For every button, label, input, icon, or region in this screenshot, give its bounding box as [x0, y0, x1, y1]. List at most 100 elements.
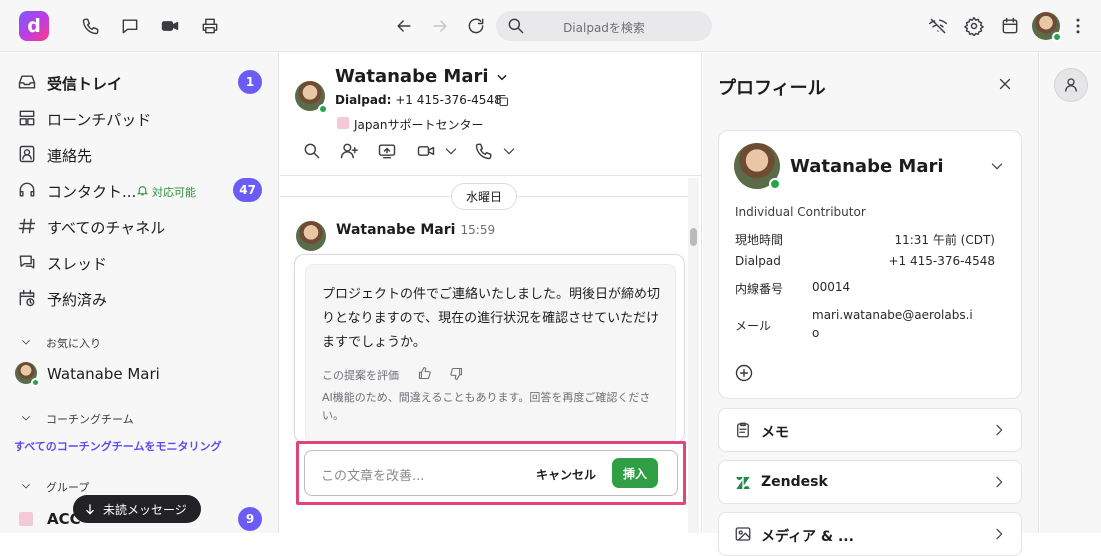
sidebar-item-label: ローンチパッド	[47, 111, 152, 129]
zendesk-section[interactable]: Zendesk	[718, 460, 1022, 504]
media-section[interactable]: メディア & ...	[718, 512, 1022, 556]
dialpad-number[interactable]: +1 415-376-4548	[888, 254, 995, 268]
sidebar-item-contact-center[interactable]: コンタクト... 対応可能 47	[0, 172, 279, 208]
inbox-badge: 1	[238, 70, 262, 94]
email-value-line2[interactable]: o	[812, 326, 819, 340]
sidebar-item-contacts[interactable]: 連絡先	[0, 136, 279, 172]
thumbs-up-icon[interactable]	[417, 366, 432, 381]
phone-call-icon[interactable]	[474, 141, 494, 161]
group-color-swatch	[19, 512, 33, 526]
chevron-down-icon[interactable]	[443, 143, 459, 159]
close-icon[interactable]	[996, 75, 1014, 93]
favorite-contact[interactable]: Watanabe Mari	[0, 356, 279, 392]
top-bar: d Dialpadを検索	[0, 0, 1101, 52]
groups-section-header[interactable]: グループ	[20, 479, 220, 494]
chevron-right-icon	[996, 476, 1003, 488]
video-icon[interactable]	[159, 15, 181, 37]
ai-disclaimer: AI機能のため、間違えることもあります。回答を再度ご確認ください。	[322, 391, 651, 422]
more-vertical-icon[interactable]	[1067, 15, 1089, 37]
coaching-section-header[interactable]: コーチングチーム	[20, 411, 220, 426]
chevron-down-icon[interactable]	[989, 158, 1005, 174]
ai-suggestion-text: プロジェクトの件でご連絡いたしました。明後日が締め切りとなりますので、現在の進行…	[322, 287, 661, 350]
conversation-header: Watanabe Mari Dialpad: +1 415-376-4548 J…	[280, 53, 702, 176]
favorites-section-header[interactable]: お気に入り	[20, 335, 220, 350]
email-value-line1[interactable]: mari.watanabe@aerolabs.i	[812, 308, 973, 322]
sidebar-item-scheduled[interactable]: 予約済み	[0, 280, 279, 316]
team-color-swatch	[337, 117, 349, 129]
online-status-dot	[1052, 32, 1062, 42]
unread-messages-button[interactable]: 未読メッセージ	[73, 495, 201, 523]
sidebar-item-label: コンタクト...	[47, 183, 137, 201]
favorite-contact-name: Watanabe Mari	[47, 365, 160, 383]
inbox-icon	[18, 75, 36, 89]
extension-value: 00014	[812, 280, 851, 294]
headset-icon	[19, 182, 35, 197]
search-icon[interactable]	[302, 141, 322, 161]
contact-avatar	[15, 362, 40, 387]
sidebar-item-inbox[interactable]: 受信トレイ 1	[0, 64, 279, 100]
team-label: Japanサポートセンター	[354, 118, 484, 132]
search-bar[interactable]: Dialpadを検索	[496, 11, 712, 41]
back-arrow-icon[interactable]	[393, 15, 415, 37]
dialpad-logo[interactable]: d	[19, 11, 49, 41]
profile-card: Watanabe Mari Individual Contributor 現地時…	[718, 130, 1022, 399]
no-wifi-icon[interactable]	[927, 15, 949, 37]
right-rail	[1040, 53, 1101, 533]
screen-share-icon[interactable]	[377, 141, 397, 161]
calendar-icon[interactable]	[999, 15, 1021, 37]
sidebar-item-label: 連絡先	[47, 147, 93, 165]
contact-number: Dialpad: +1 415-376-4548	[335, 93, 502, 107]
improve-text-highlight: この文章を改善... キャンセル 挿入	[296, 441, 686, 505]
forward-arrow-icon[interactable]	[429, 15, 451, 37]
memo-section[interactable]: メモ	[718, 408, 1022, 452]
contact-name-dropdown[interactable]: Watanabe Mari	[335, 66, 509, 87]
sidebar-item-all-channels[interactable]: すべてのチャネル	[0, 208, 279, 244]
video-call-icon[interactable]	[416, 141, 436, 161]
dialpad-label: Dialpad	[735, 254, 781, 268]
phone-icon[interactable]	[80, 15, 102, 37]
sidebar-item-label: スレッド	[47, 255, 108, 273]
sidebar-item-label: 予約済み	[47, 291, 108, 309]
clipboard-icon	[737, 422, 749, 438]
hash-icon	[18, 218, 36, 234]
monitor-coaching-link[interactable]: すべてのコーチングチームをモニタリング	[14, 438, 221, 454]
chevron-down-icon[interactable]	[501, 143, 517, 159]
search-placeholder: Dialpadを検索	[563, 21, 645, 35]
message-avatar	[296, 221, 326, 251]
online-status-dot	[31, 378, 40, 387]
print-icon[interactable]	[199, 15, 221, 37]
cancel-button[interactable]: キャンセル	[536, 466, 596, 483]
arrow-down-icon	[86, 504, 94, 515]
sidebar-item-threads[interactable]: スレッド	[0, 244, 279, 280]
email-label: メール	[735, 319, 772, 333]
bell-icon	[136, 186, 149, 196]
ai-suggestion-card: プロジェクトの件でご連絡いたしました。明後日が締め切りとなりますので、現在の進行…	[294, 254, 685, 443]
rate-suggestion-label: この提案を評価	[322, 369, 399, 382]
user-avatar[interactable]	[1032, 12, 1062, 42]
insert-button[interactable]: 挿入	[612, 458, 658, 488]
calendar-clock-icon	[19, 289, 35, 307]
add-circle-icon[interactable]	[734, 363, 754, 383]
chevron-down-icon	[22, 484, 30, 489]
improve-text-input[interactable]: この文章を改善... キャンセル 挿入	[304, 450, 678, 496]
profile-name: Watanabe Mari	[790, 156, 944, 177]
scrollbar-thumb[interactable]	[690, 228, 697, 246]
availability-status: 対応可能	[152, 186, 196, 199]
gear-icon[interactable]	[963, 15, 985, 37]
thumbs-down-icon[interactable]	[449, 366, 464, 381]
left-sidebar: 受信トレイ 1 ローンチパッド 連絡先 コンタクト... 対応可能 47 すべて…	[0, 53, 279, 533]
scrollbar-track[interactable]	[688, 178, 699, 533]
threads-icon	[19, 255, 35, 269]
sidebar-item-launchpad[interactable]: ローンチパッド	[0, 100, 279, 136]
contact-avatar	[295, 81, 328, 114]
person-icon	[1065, 78, 1077, 92]
profile-toggle-button[interactable]	[1054, 68, 1088, 102]
chat-icon[interactable]	[119, 15, 141, 37]
message-header: Watanabe Mari 15:59	[336, 222, 496, 238]
chevron-down-icon	[22, 340, 30, 345]
add-person-icon[interactable]	[339, 141, 359, 161]
launchpad-icon	[19, 110, 35, 126]
refresh-icon[interactable]	[465, 15, 487, 37]
copy-icon[interactable]	[495, 93, 510, 108]
group-badge: 9	[238, 507, 262, 531]
